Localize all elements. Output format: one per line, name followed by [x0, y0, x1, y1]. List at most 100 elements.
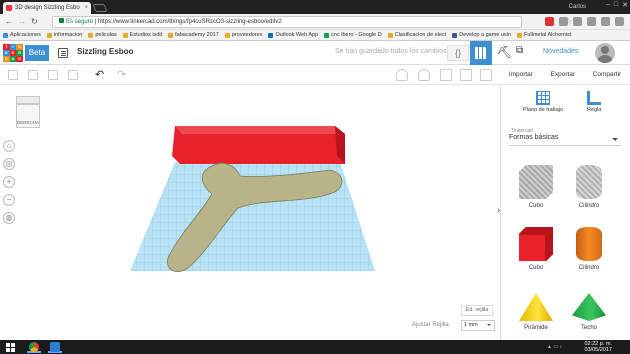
redo-icon[interactable]: ↷: [117, 68, 126, 81]
app-taskbar-icon[interactable]: [48, 341, 62, 353]
extension-icon[interactable]: [587, 17, 596, 26]
3d-scene[interactable]: [0, 86, 500, 340]
taskbar-clock[interactable]: 02:22 p. m. 03/05/2017: [584, 341, 612, 353]
bookmark-item[interactable]: Develop a game usin: [452, 30, 511, 40]
orthographic-icon[interactable]: ◍: [3, 212, 15, 224]
ruler-icon: [587, 91, 602, 105]
extension-icon[interactable]: [545, 17, 554, 26]
snap-grid-label: Ajustar Rejilla: [412, 322, 449, 328]
extension-icon[interactable]: [573, 17, 582, 26]
tab-close-icon[interactable]: ×: [84, 2, 88, 14]
zoom-in-icon[interactable]: +: [3, 176, 15, 188]
forward-icon[interactable]: →: [18, 17, 26, 26]
tinkercad-logo[interactable]: TIN KER CAD: [3, 44, 23, 62]
bookmark-item[interactable]: proveedores: [224, 30, 262, 40]
folder-icon: [88, 32, 94, 38]
home-view-icon[interactable]: ⌂: [3, 140, 15, 152]
paste-icon[interactable]: [28, 70, 38, 80]
3d-view-icon[interactable]: [470, 41, 492, 65]
mirror-icon[interactable]: [480, 69, 492, 81]
red-box-icon: [519, 227, 553, 261]
group-icon[interactable]: [440, 69, 452, 81]
folder-icon: [46, 32, 52, 38]
edit-grid-button[interactable]: Ed. rejilla: [461, 305, 493, 316]
snap-grid-select[interactable]: 1 mm: [461, 320, 495, 331]
close-window-icon[interactable]: ✕: [622, 1, 628, 9]
green-roof-icon: [572, 293, 606, 321]
new-tab-button[interactable]: [92, 4, 108, 12]
bookmarks-bar: Aplicaciones informacion peliculas Estud…: [0, 30, 630, 41]
shape-roof[interactable]: Techo: [563, 293, 615, 331]
workspace-canvas[interactable]: [0, 86, 500, 340]
shape-hole-icon[interactable]: [418, 69, 430, 81]
extension-icon[interactable]: [559, 17, 568, 26]
shape-pyramid[interactable]: Pirámide: [510, 293, 562, 331]
folder-icon: [122, 32, 128, 38]
folder-icon: [516, 32, 522, 38]
design-list-icon[interactable]: [58, 48, 68, 58]
shape-cylinder[interactable]: Cilindro: [563, 227, 615, 271]
ruler-tool[interactable]: Regla: [587, 91, 601, 113]
bookmark-item[interactable]: peliculas: [88, 30, 117, 40]
import-button[interactable]: Importar: [509, 71, 533, 78]
browser-tab[interactable]: 3D design Sizzling Esbo ×: [3, 2, 91, 14]
drive-icon: [324, 32, 330, 38]
fit-view-icon[interactable]: ◎: [3, 158, 15, 170]
bookmark-item[interactable]: Clasificacion de elect: [387, 30, 446, 40]
beta-badge: Beta: [25, 45, 49, 61]
bookmark-item[interactable]: informacion: [46, 30, 82, 40]
menu-icon[interactable]: [615, 17, 624, 26]
news-link[interactable]: Novedades: [543, 48, 578, 55]
back-icon[interactable]: ←: [5, 17, 13, 26]
hole-box-icon: [519, 165, 553, 199]
bookmark-item[interactable]: Outlook Web App: [268, 30, 318, 40]
collapse-panel-icon[interactable]: ›: [497, 205, 500, 216]
shape-hole-box[interactable]: Cubo: [510, 165, 562, 209]
light-icon[interactable]: [396, 69, 408, 81]
bookmark-item[interactable]: cnc ibero - Google D: [324, 30, 382, 40]
bookmark-item[interactable]: fabacademy 2017: [168, 30, 219, 40]
facebook-icon: [452, 32, 458, 38]
codeblocks-icon[interactable]: {}: [447, 45, 469, 61]
delete-icon[interactable]: [68, 70, 78, 80]
shape-box[interactable]: Cubo: [510, 227, 562, 271]
extension-icon[interactable]: [601, 17, 610, 26]
view-cube[interactable]: DERECHA: [14, 96, 42, 128]
system-tray-icons[interactable]: ▲ ▭ ♪: [547, 344, 562, 350]
chrome-taskbar-icon[interactable]: [27, 341, 41, 353]
duplicate-icon[interactable]: [48, 70, 58, 80]
bookmark-item[interactable]: Estudios isdit: [122, 30, 162, 40]
design-title[interactable]: Sizzling Esboo: [77, 47, 133, 56]
maximize-icon[interactable]: □: [614, 1, 618, 9]
bookmark-item[interactable]: Fullmetal Alchemist: [516, 30, 571, 40]
edit-toolbar: ↶ ↷: [0, 65, 500, 85]
undo-icon[interactable]: ↶: [95, 68, 104, 81]
browser-titlebar: 3D design Sizzling Esbo × Carlos – □ ✕: [0, 0, 630, 14]
copy-icon[interactable]: [8, 70, 18, 80]
secure-label: Es seguro: [66, 19, 94, 25]
library-select[interactable]: Formas básicas: [509, 134, 621, 146]
url-field[interactable]: Es seguro | https://www.tinkercad.com/th…: [52, 16, 572, 28]
folder-icon: [224, 32, 230, 38]
windows-start-icon[interactable]: [6, 343, 15, 352]
outlook-icon: [268, 32, 274, 38]
bookmark-item[interactable]: Aplicaciones: [3, 30, 41, 40]
align-icon[interactable]: [460, 69, 472, 81]
url-text: https://www.tinkercad.com/things/fp4cuSR…: [97, 19, 282, 25]
hole-cylinder-icon: [576, 165, 602, 199]
save-status: Se han guardado todos los cambios.: [335, 48, 449, 55]
orange-cylinder-icon: [576, 227, 602, 261]
workplane-tool[interactable]: Plano de trabajo: [523, 91, 563, 113]
workplane-icon: [536, 91, 551, 105]
user-avatar[interactable]: [595, 43, 615, 63]
shape-hole-cylinder[interactable]: Cilindro: [563, 165, 615, 209]
bricks-icon[interactable]: ⛏: [497, 45, 512, 61]
export-button[interactable]: Exportar: [551, 71, 576, 78]
reload-icon[interactable]: ↻: [31, 17, 38, 26]
browser-user-name[interactable]: Carlos: [569, 2, 586, 12]
minimize-icon[interactable]: –: [606, 1, 610, 9]
folder-icon: [387, 32, 393, 38]
simlab-icon[interactable]: ⧉: [516, 45, 530, 61]
zoom-out-icon[interactable]: −: [3, 194, 15, 206]
share-button[interactable]: Compartir: [593, 71, 622, 78]
